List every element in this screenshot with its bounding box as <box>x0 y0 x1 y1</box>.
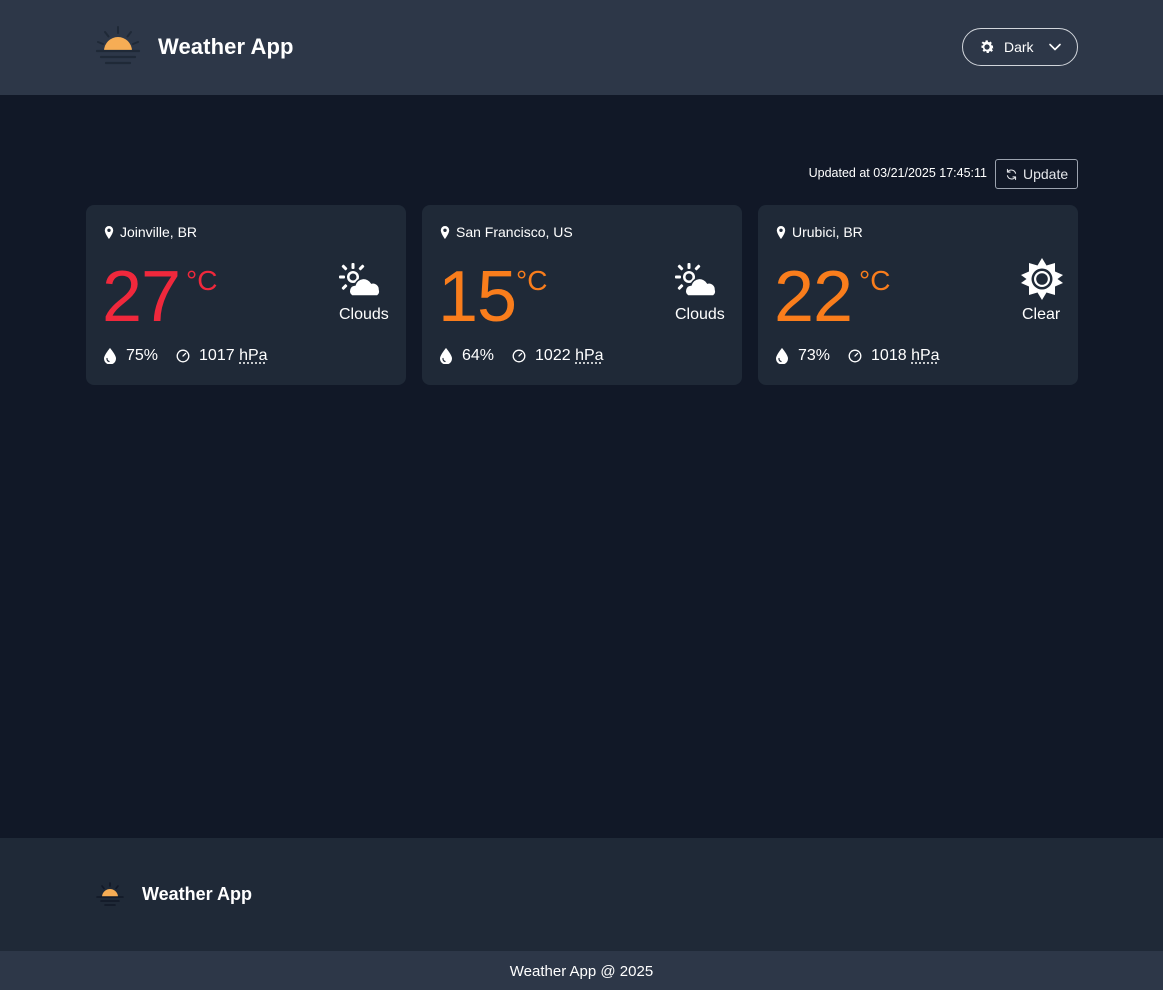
map-pin-icon <box>440 225 450 239</box>
map-pin-icon <box>104 225 114 239</box>
map-pin-icon <box>776 225 786 239</box>
sunset-icon <box>96 882 124 906</box>
partly-cloudy-icon <box>675 263 717 297</box>
temperature-unit: °C <box>186 265 218 296</box>
location-name: Urubici, BR <box>792 224 863 240</box>
humidity-value: 64% <box>462 347 495 364</box>
chevron-down-icon <box>1048 43 1061 51</box>
humidity-icon <box>776 348 788 364</box>
pressure-gauge-icon <box>176 349 190 363</box>
copyright-bar: Weather App @ 2025 <box>0 951 1163 990</box>
app-header: Weather App Dark <box>0 0 1163 95</box>
pressure-value: 1017 <box>199 347 235 364</box>
pressure-value: 1022 <box>535 347 571 364</box>
theme-label: Dark <box>1004 39 1034 55</box>
footer-title: Weather App <box>142 883 253 904</box>
footer-brand[interactable]: Weather App <box>94 878 252 910</box>
partly-cloudy-icon <box>339 263 381 297</box>
gear-icon <box>981 40 995 53</box>
condition-label: Clouds <box>675 306 725 323</box>
humidity-icon <box>104 348 116 364</box>
pressure-unit: hPa <box>575 347 604 364</box>
last-updated-text: Updated at 03/21/2025 17:45:11 <box>808 166 987 180</box>
location-name: Joinville, BR <box>120 224 198 240</box>
card-stats: 64% 1022 hPa <box>440 347 604 365</box>
sunset-icon <box>95 26 141 65</box>
copyright-text: Weather App @ 2025 <box>509 963 654 980</box>
update-label: Update <box>1023 166 1069 182</box>
pressure-gauge-icon <box>848 349 862 363</box>
temperature-value: 27 <box>102 257 181 337</box>
pressure-gauge-icon <box>512 349 526 363</box>
temperature-value: 15 <box>438 257 517 337</box>
location-name: San Francisco, US <box>456 224 573 240</box>
pressure-unit: hPa <box>911 347 940 364</box>
app-footer: Weather App <box>0 838 1163 951</box>
refresh-icon <box>1006 168 1017 180</box>
weather-card-urubici: Urubici, BR 22 °C Clear 73% 1018 hPa <box>758 205 1078 385</box>
condition-label: Clear <box>1022 306 1061 323</box>
card-location: Urubici, BR <box>776 224 863 240</box>
app-title: Weather App <box>158 34 294 59</box>
card-location: San Francisco, US <box>440 224 573 240</box>
humidity-icon <box>440 348 452 364</box>
card-location: Joinville, BR <box>104 224 197 240</box>
card-stats: 73% 1018 hPa <box>776 347 940 365</box>
weather-card-san-francisco: San Francisco, US 15 °C Clouds 64% 1022 … <box>422 205 742 385</box>
humidity-value: 73% <box>798 347 831 364</box>
theme-selector[interactable]: Dark <box>962 28 1078 66</box>
pressure-unit: hPa <box>239 347 268 364</box>
update-button[interactable]: Update <box>995 159 1078 189</box>
temperature-unit: °C <box>859 265 891 296</box>
sun-icon <box>1021 258 1063 300</box>
humidity-value: 75% <box>126 347 159 364</box>
weather-card-joinville: Joinville, BR 27 °C Clouds 75% 1017 hPa <box>86 205 406 385</box>
pressure-value: 1018 <box>871 347 907 364</box>
temperature-value: 22 <box>774 257 853 337</box>
temperature-unit: °C <box>516 265 548 296</box>
brand[interactable]: Weather App <box>94 24 294 70</box>
condition-label: Clouds <box>339 306 389 323</box>
card-stats: 75% 1017 hPa <box>104 347 268 365</box>
